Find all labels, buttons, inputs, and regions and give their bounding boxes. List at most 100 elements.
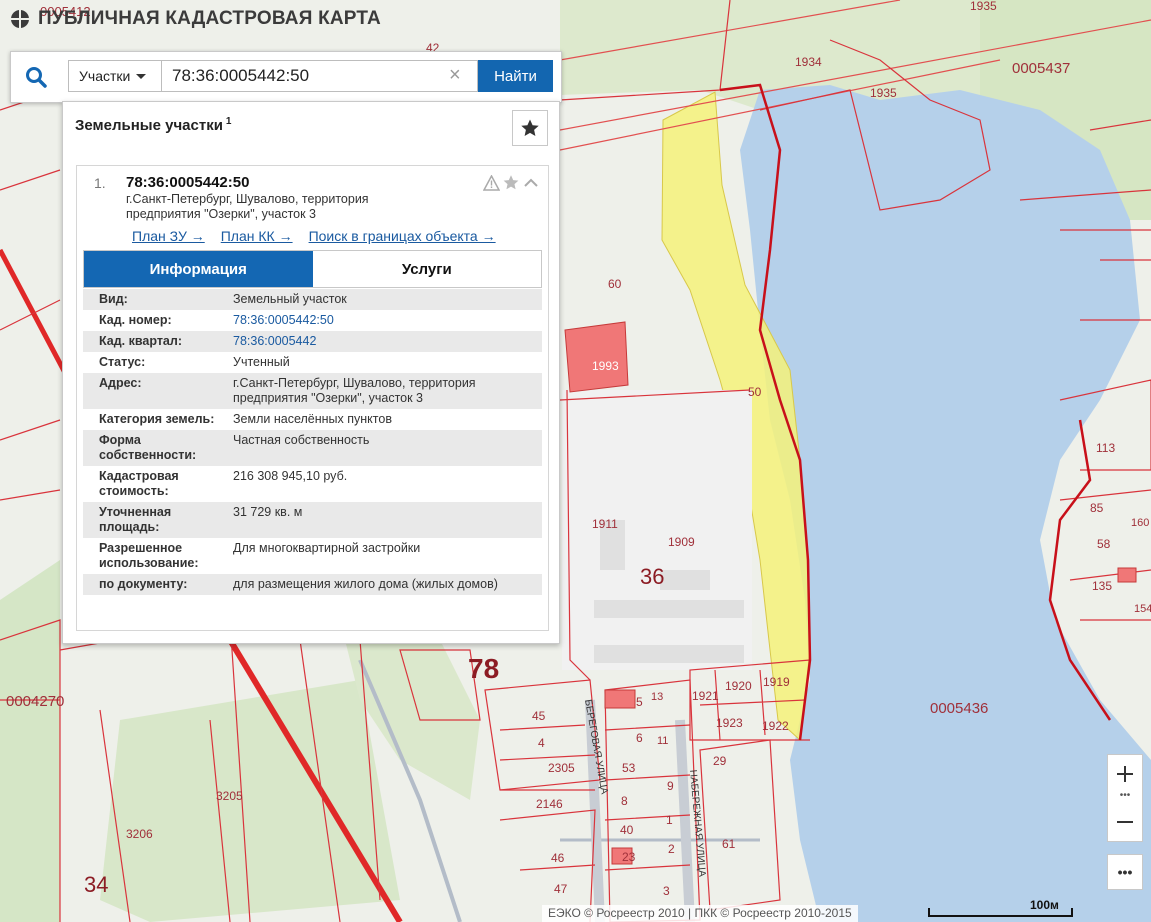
zoom-in-button[interactable] [1108,757,1142,791]
app-title: ПУБЛИЧНАЯ КАДАСТРОВАЯ КАРТА [10,8,381,30]
map-label: 3206 [126,827,153,841]
tab-information[interactable]: Информация [84,251,313,287]
panel-heading-text: Земельные участки [75,117,223,134]
tab-services[interactable]: Услуги [312,251,541,287]
card-actions [483,174,540,191]
map-label: 60 [608,277,622,291]
map-label: 11 [657,735,668,747]
info-key: Кад. номер: [99,313,172,327]
info-key: Уточненная площадь: [99,505,172,534]
map-label: 1935 [870,86,897,100]
map-label: 0005437 [1012,60,1070,77]
find-button[interactable]: Найти [478,60,553,92]
info-row: Разрешенное использование: Для многокварт… [83,538,542,574]
star-icon[interactable] [502,174,520,191]
zoom-slider-handle[interactable]: ••• [1108,791,1142,801]
info-row: Категория земель: Земли населённых пункто… [83,409,542,430]
map-label: 1923 [716,716,743,730]
search-icon [26,67,47,88]
copyright-text: ЕЭКО © Росреестр 2010 | ПКК © Росреестр … [542,905,858,922]
map-label: 9 [667,779,674,793]
map-label: 135 [1092,579,1112,593]
map-label: 160 [1131,517,1149,529]
plan-zu-link[interactable]: План ЗУ → [132,228,205,244]
map-label: 1935 [970,0,997,13]
cadastral-number-link[interactable]: 78:36:0005442:50 [233,313,542,328]
results-panel: Земельные участки 1 1. 78:36:0005442:50 г… [62,101,560,644]
search-bar: Участки × Найти [10,51,562,103]
map-label: 45 [532,709,546,723]
info-row: Вид: Земельный участок [83,289,542,310]
zoom-control: ••• [1107,754,1143,842]
info-value: Земли населённых пунктов [233,412,392,426]
search-type-label: Участки [79,68,131,84]
map-label: 53 [622,761,636,775]
info-row: по документу: для размещения жилого дома … [83,574,542,595]
search-in-bounds-link[interactable]: Поиск в границах объекта → [309,228,496,244]
info-key: Статус: [99,355,146,369]
info-row: Форма собственности: Частная собственност… [83,430,542,466]
app-title-text: ПУБЛИЧНАЯ КАДАСТРОВАЯ КАРТА [38,8,381,29]
result-number: 1. [94,175,106,191]
chevron-up-icon[interactable] [522,175,540,191]
map-label: 5 [636,695,643,709]
chevron-down-icon [136,73,147,79]
info-key: Адрес: [99,376,142,390]
cadastral-quarter-link[interactable]: 78:36:0005442 [233,334,542,349]
map-label: 85 [1090,501,1104,515]
map-label: 1911 [592,517,618,531]
info-row: Кад. квартал: 78:36:0005442 [83,331,542,352]
map-label: 1909 [668,535,695,549]
map-label: 3 [663,884,670,898]
map-label: 36 [640,564,664,589]
search-type-select[interactable]: Участки [68,60,162,92]
more-icon: ••• [1117,864,1133,880]
map-label: 78 [468,653,499,684]
panel-heading: Земельные участки 1 [75,116,231,134]
map-label: 46 [551,851,565,865]
map-label: 8 [621,794,628,808]
info-value: 31 729 кв. м [233,505,303,519]
clear-icon[interactable]: × [449,65,461,85]
result-links: План ЗУ → План КК → Поиск в границах объ… [132,228,496,244]
map-label: 1919 [763,675,790,689]
map-label: 6 [636,731,643,745]
map-label: 58 [1097,537,1111,551]
info-value: Земельный участок [233,292,347,306]
map-label: 1922 [762,719,789,733]
result-address: г.Санкт-Петербург, Шувалово, территория … [126,192,369,221]
map-label: 29 [713,754,727,768]
more-button[interactable]: ••• [1107,854,1143,890]
search-input[interactable] [162,60,478,92]
info-key: Категория земель: [99,412,215,426]
map-label: 2305 [548,761,575,775]
favorites-button[interactable] [512,110,548,146]
info-key: Вид: [99,292,128,306]
map-label: 40 [620,823,634,837]
info-value: Частная собственность [233,433,370,447]
map-label: 61 [722,837,736,851]
map-label: 4 [538,736,545,750]
map-label: 3205 [216,789,243,803]
map-label: 23 [622,850,636,864]
map-label: 34 [84,872,108,897]
zoom-out-button[interactable] [1108,805,1142,839]
map-label: 1 [666,813,673,827]
info-key: Форма собственности: [99,433,197,462]
plan-kk-link[interactable]: План КК → [221,228,293,244]
info-key: по документу: [99,577,188,591]
warning-icon[interactable] [483,174,500,191]
info-value: Для многоквартирной застройки [233,541,421,555]
info-table: Вид: Земельный участок Кад. номер: 78:36:0… [83,289,542,595]
info-row: Кад. номер: 78:36:0005442:50 [83,310,542,331]
map-label: 113 [1096,441,1115,455]
map-label: 1934 [795,55,822,69]
info-value: 216 308 945,10 руб. [233,469,348,483]
search-toggle-button[interactable] [11,52,61,102]
info-key: Кадастровая стоимость: [99,469,179,498]
map-label: 13 [651,691,663,703]
result-id[interactable]: 78:36:0005442:50 [126,174,249,191]
info-value: г.Санкт-Петербург, Шувалово, территория … [233,376,476,405]
scale-label: 100м [1030,898,1059,912]
result-count: 1 [225,116,232,127]
